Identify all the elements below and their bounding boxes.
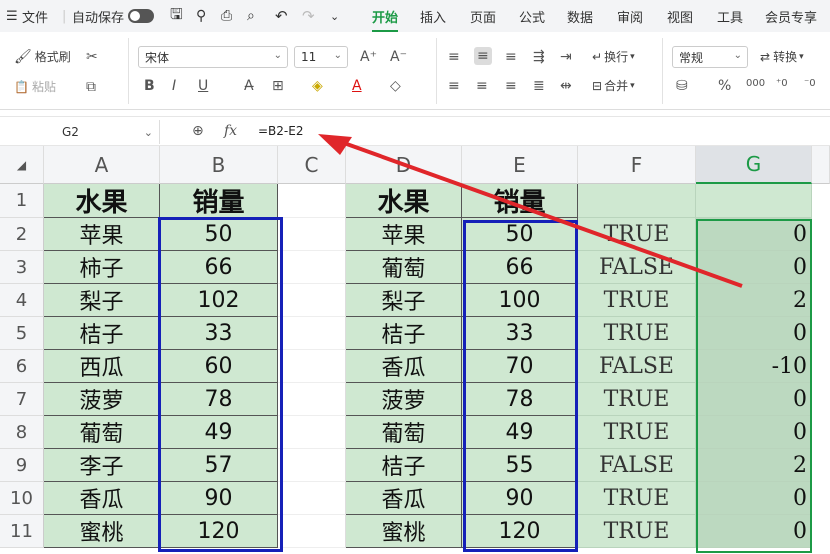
spreadsheet-window: ☰ 文件 | 自动保存 🖫 ⚲ ⎙ ⌕ ↶ ↷ ⌄ 开始 插入 页面 公式 数据… [0, 0, 830, 554]
arrow-head [318, 134, 352, 155]
arrow-line [329, 136, 743, 288]
annotation-arrow [318, 134, 743, 288]
